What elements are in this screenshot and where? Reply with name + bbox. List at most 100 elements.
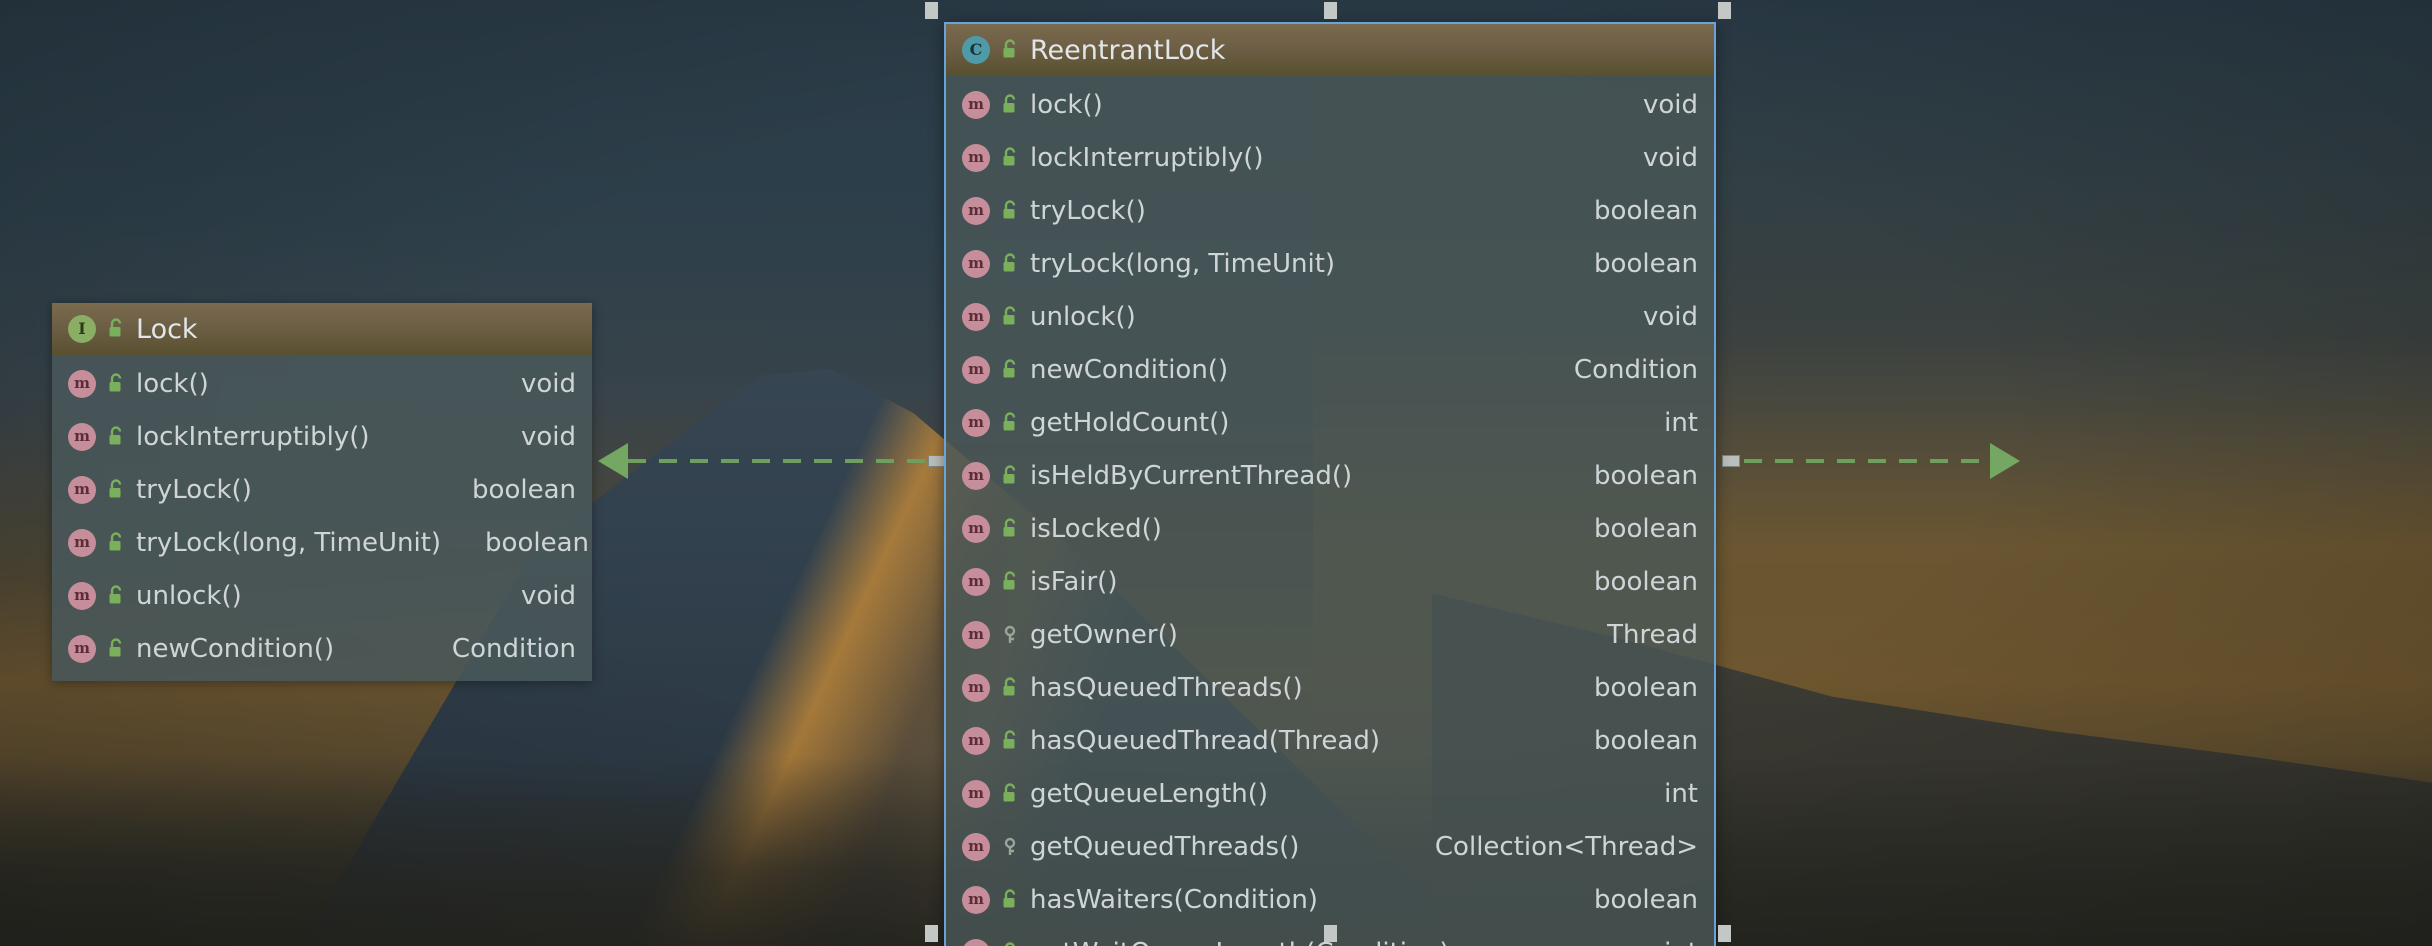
uml-member-row[interactable]: m newCondition() Condition [946, 343, 1714, 396]
uml-member-type: boolean [485, 527, 589, 558]
uml-member-name: hasQueuedThreads() [1030, 672, 1303, 703]
uml-node-lock[interactable]: I Lock m lock() void m lockInterruptibly… [52, 303, 592, 681]
uml-member-name: lock() [1030, 89, 1103, 120]
method-icon: m [68, 581, 96, 610]
uml-member-name: unlock() [1030, 301, 1136, 332]
method-icon: m [962, 832, 990, 861]
unlock-icon [106, 531, 126, 555]
interface-icon: I [68, 315, 96, 343]
realization-endpoint-handle-serializable[interactable] [1722, 455, 1740, 467]
uml-member-type: Collection<Thread> [1434, 831, 1698, 862]
uml-member-row[interactable]: m tryLock() boolean [52, 463, 592, 516]
uml-member-type: boolean [1594, 513, 1698, 544]
uml-member-type: boolean [1594, 195, 1698, 226]
selection-handle-bottom-left[interactable] [925, 925, 938, 942]
method-icon: m [962, 673, 990, 702]
selection-handle-top-left[interactable] [925, 2, 938, 19]
uml-member-row[interactable]: m getHoldCount() int [946, 396, 1714, 449]
selection-handle-bottom-center[interactable] [1324, 925, 1337, 942]
uml-member-row[interactable]: m lock() void [946, 78, 1714, 131]
realization-line-reentrantlock-serializable[interactable] [1744, 459, 1990, 463]
uml-member-row[interactable]: m unlock() void [52, 569, 592, 622]
uml-node-lock-title: Lock [136, 313, 198, 345]
uml-member-type: boolean [472, 474, 576, 505]
method-icon: m [962, 196, 990, 225]
method-icon: m [962, 779, 990, 808]
uml-node-lock-members: m lock() void m lockInterruptibly() void… [52, 355, 592, 681]
uml-member-row[interactable]: m newCondition() Condition [52, 622, 592, 675]
uml-member-row[interactable]: m isLocked() boolean [946, 502, 1714, 555]
uml-member-row[interactable]: m hasQueuedThread(Thread) boolean [946, 714, 1714, 767]
uml-member-name: getHoldCount() [1030, 407, 1230, 438]
uml-member-type: int [1664, 940, 1698, 946]
method-icon: m [962, 514, 990, 543]
unlock-icon [1000, 782, 1020, 806]
unlock-icon [1000, 411, 1020, 435]
uml-member-row[interactable]: m isFair() boolean [946, 555, 1714, 608]
uml-member-type: boolean [1594, 566, 1698, 597]
uml-member-type: boolean [1594, 725, 1698, 756]
key-icon [1000, 623, 1020, 647]
method-icon: m [68, 634, 96, 663]
selection-handle-top-center[interactable] [1324, 2, 1337, 19]
unlock-icon [1000, 146, 1020, 170]
unlock-icon [1000, 358, 1020, 382]
unlock-icon [1000, 570, 1020, 594]
uml-member-row[interactable]: m isHeldByCurrentThread() boolean [946, 449, 1714, 502]
uml-member-row[interactable]: m lockInterruptibly() void [52, 410, 592, 463]
uml-member-name: tryLock() [1030, 195, 1146, 226]
uml-node-reentrantlock-header[interactable]: C ReentrantLock [946, 24, 1714, 76]
selection-handle-bottom-right[interactable] [1718, 925, 1731, 942]
realization-line-reentrantlock-lock[interactable] [628, 459, 940, 463]
unlock-icon [1000, 729, 1020, 753]
uml-member-name: hasQueuedThread(Thread) [1030, 725, 1380, 756]
method-icon: m [68, 475, 96, 504]
uml-member-row[interactable]: m getQueuedThreads() Collection<Thread> [946, 820, 1714, 873]
uml-member-row[interactable]: m getOwner() Thread [946, 608, 1714, 661]
uml-node-reentrantlock-title: ReentrantLock [1030, 34, 1226, 66]
method-icon: m [962, 355, 990, 384]
uml-member-row[interactable]: m lockInterruptibly() void [946, 131, 1714, 184]
uml-member-row[interactable]: m getQueueLength() int [946, 767, 1714, 820]
uml-member-name: newCondition() [1030, 354, 1229, 385]
uml-member-row[interactable]: m lock() void [52, 357, 592, 410]
uml-member-name: hasWaiters(Condition) [1030, 884, 1318, 915]
unlock-icon [1000, 252, 1020, 276]
unlock-icon [106, 478, 126, 502]
unlock-icon [1000, 464, 1020, 488]
unlock-icon [1000, 676, 1020, 700]
unlock-icon [1000, 93, 1020, 117]
unlock-icon [106, 637, 126, 661]
selection-handle-top-right[interactable] [1718, 2, 1731, 19]
uml-member-row[interactable]: m unlock() void [946, 290, 1714, 343]
uml-member-type: void [520, 421, 576, 452]
uml-member-type: Thread [1607, 619, 1698, 650]
uml-member-row[interactable]: m tryLock() boolean [946, 184, 1714, 237]
unlock-icon [106, 425, 126, 449]
uml-member-type: boolean [1594, 248, 1698, 279]
uml-member-name: tryLock(long, TimeUnit) [1030, 248, 1336, 279]
uml-node-lock-header[interactable]: I Lock [52, 303, 592, 355]
uml-member-name: isLocked() [1030, 513, 1162, 544]
uml-member-name: tryLock() [136, 474, 252, 505]
uml-node-reentrantlock[interactable]: C ReentrantLock m lock() void m lockInterrup… [944, 22, 1716, 946]
uml-member-name: getWaitQueueLength(Condition) [1030, 940, 1450, 946]
method-icon: m [962, 143, 990, 172]
uml-member-name: newCondition() [136, 633, 335, 664]
uml-member-row[interactable]: m hasQueuedThreads() boolean [946, 661, 1714, 714]
method-icon: m [962, 567, 990, 596]
unlock-icon [1000, 199, 1020, 223]
uml-member-row[interactable]: m tryLock(long, TimeUnit) boolean [52, 516, 592, 569]
uml-member-type: boolean [1594, 884, 1698, 915]
uml-member-type: void [1642, 89, 1698, 120]
method-icon: m [962, 249, 990, 278]
uml-member-type: void [520, 580, 576, 611]
method-icon: m [962, 302, 990, 331]
method-icon: m [962, 461, 990, 490]
uml-member-row[interactable]: m tryLock(long, TimeUnit) boolean [946, 237, 1714, 290]
method-icon: m [962, 938, 990, 946]
uml-member-type: int [1664, 778, 1698, 809]
uml-member-row[interactable]: m hasWaiters(Condition) boolean [946, 873, 1714, 926]
realization-arrowhead-lock [598, 443, 628, 479]
class-icon: C [962, 36, 990, 64]
